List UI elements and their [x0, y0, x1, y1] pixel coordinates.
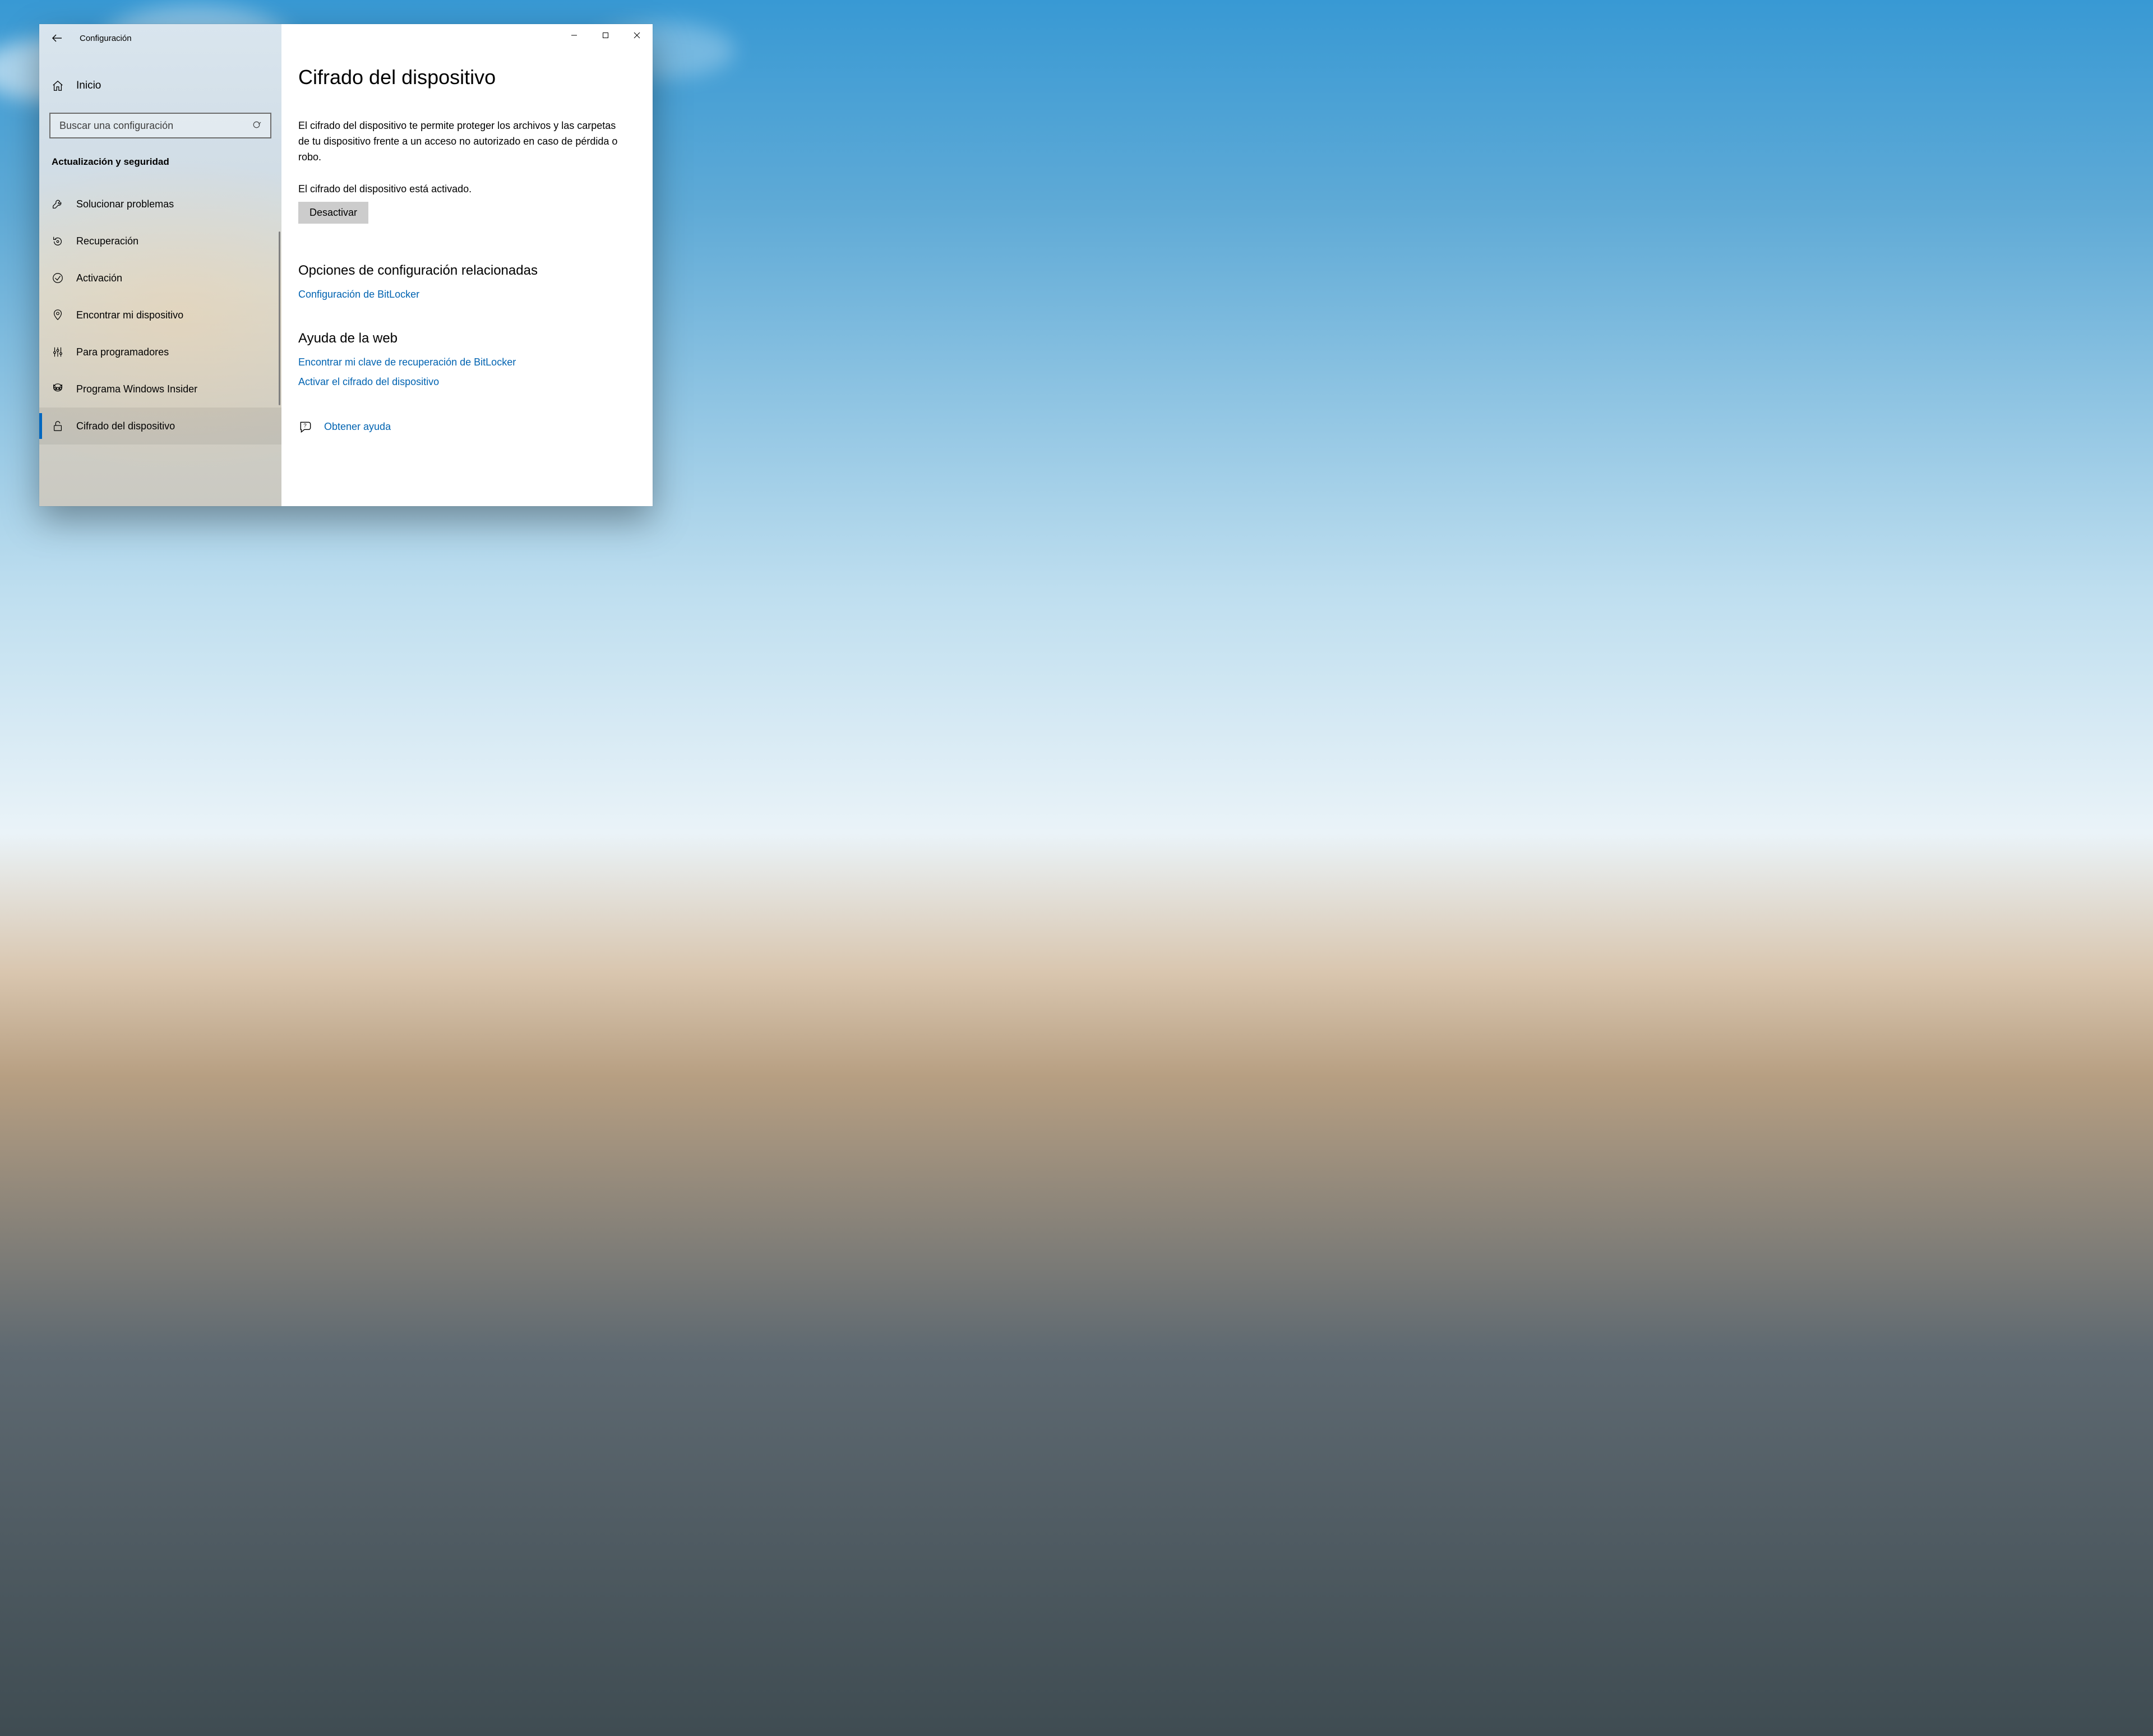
sidebar-item-windows-insider[interactable]: Programa Windows Insider: [39, 371, 281, 408]
sidebar-item-troubleshoot[interactable]: Solucionar problemas: [39, 186, 281, 223]
sidebar-item-activation[interactable]: Activación: [39, 260, 281, 297]
sidebar-item-find-my-device[interactable]: Encontrar mi dispositivo: [39, 297, 281, 334]
svg-text:?: ?: [303, 423, 307, 429]
sidebar-item-for-developers[interactable]: Para programadores: [39, 334, 281, 371]
minimize-icon: [571, 32, 577, 39]
app-title: Configuración: [80, 34, 132, 43]
recovery-icon: [52, 235, 64, 247]
web-help-heading: Ayuda de la web: [298, 331, 621, 346]
link-get-help[interactable]: Obtener ayuda: [324, 421, 391, 433]
sidebar-item-label: Solucionar problemas: [76, 198, 174, 210]
sidebar-item-label: Encontrar mi dispositivo: [76, 309, 183, 321]
ninja-cat-icon: [52, 383, 64, 395]
checkmark-circle-icon: [52, 272, 64, 284]
settings-window: Configuración Inicio: [39, 24, 653, 506]
wrench-icon: [52, 198, 64, 210]
home-icon: [52, 80, 64, 92]
sidebar-home[interactable]: Inicio: [39, 70, 281, 101]
window-close-button[interactable]: [621, 24, 653, 47]
sidebar-item-label: Recuperación: [76, 235, 138, 247]
link-turn-on-encryption[interactable]: Activar el cifrado del dispositivo: [298, 376, 621, 388]
sidebar-item-device-encryption[interactable]: Cifrado del dispositivo: [39, 408, 281, 445]
sidebar-item-label: Para programadores: [76, 346, 169, 358]
window-titlebar-left: Configuración: [39, 24, 281, 52]
sidebar-item-label: Programa Windows Insider: [76, 383, 197, 395]
sidebar-section-header: Actualización y seguridad: [39, 138, 281, 170]
lock-icon: [52, 420, 64, 432]
link-bitlocker-settings[interactable]: Configuración de BitLocker: [298, 289, 621, 300]
back-button[interactable]: [49, 30, 65, 46]
window-minimize-button[interactable]: [558, 24, 590, 47]
related-settings-heading: Opciones de configuración relacionadas: [298, 263, 621, 279]
tools-icon: [52, 346, 64, 358]
sidebar-scrollbar[interactable]: [279, 232, 280, 405]
window-maximize-button[interactable]: [590, 24, 621, 47]
link-find-recovery-key[interactable]: Encontrar mi clave de recuperación de Bi…: [298, 357, 621, 368]
search-icon: [252, 121, 262, 131]
location-icon: [52, 309, 64, 321]
close-icon: [634, 32, 640, 39]
sidebar-nav-list: Solucionar problemas Recuperación: [39, 186, 281, 445]
disable-encryption-button[interactable]: Desactivar: [298, 202, 368, 224]
arrow-left-icon: [52, 33, 63, 44]
window-controls: [558, 24, 653, 47]
page-description: El cifrado del dispositivo te permite pr…: [298, 118, 621, 165]
sidebar-item-label: Cifrado del dispositivo: [76, 420, 175, 432]
help-chat-icon: ?: [298, 420, 313, 434]
sidebar-home-label: Inicio: [76, 80, 101, 92]
sidebar-item-label: Activación: [76, 272, 122, 284]
sidebar-item-recovery[interactable]: Recuperación: [39, 223, 281, 260]
maximize-icon: [602, 32, 609, 39]
encryption-status-text: El cifrado del dispositivo está activado…: [298, 183, 621, 195]
settings-search[interactable]: [49, 113, 271, 138]
page-title: Cifrado del dispositivo: [298, 66, 621, 89]
search-input[interactable]: [59, 120, 252, 132]
settings-sidebar: Configuración Inicio: [39, 24, 281, 506]
settings-content-pane: Cifrado del dispositivo El cifrado del d…: [281, 24, 653, 506]
